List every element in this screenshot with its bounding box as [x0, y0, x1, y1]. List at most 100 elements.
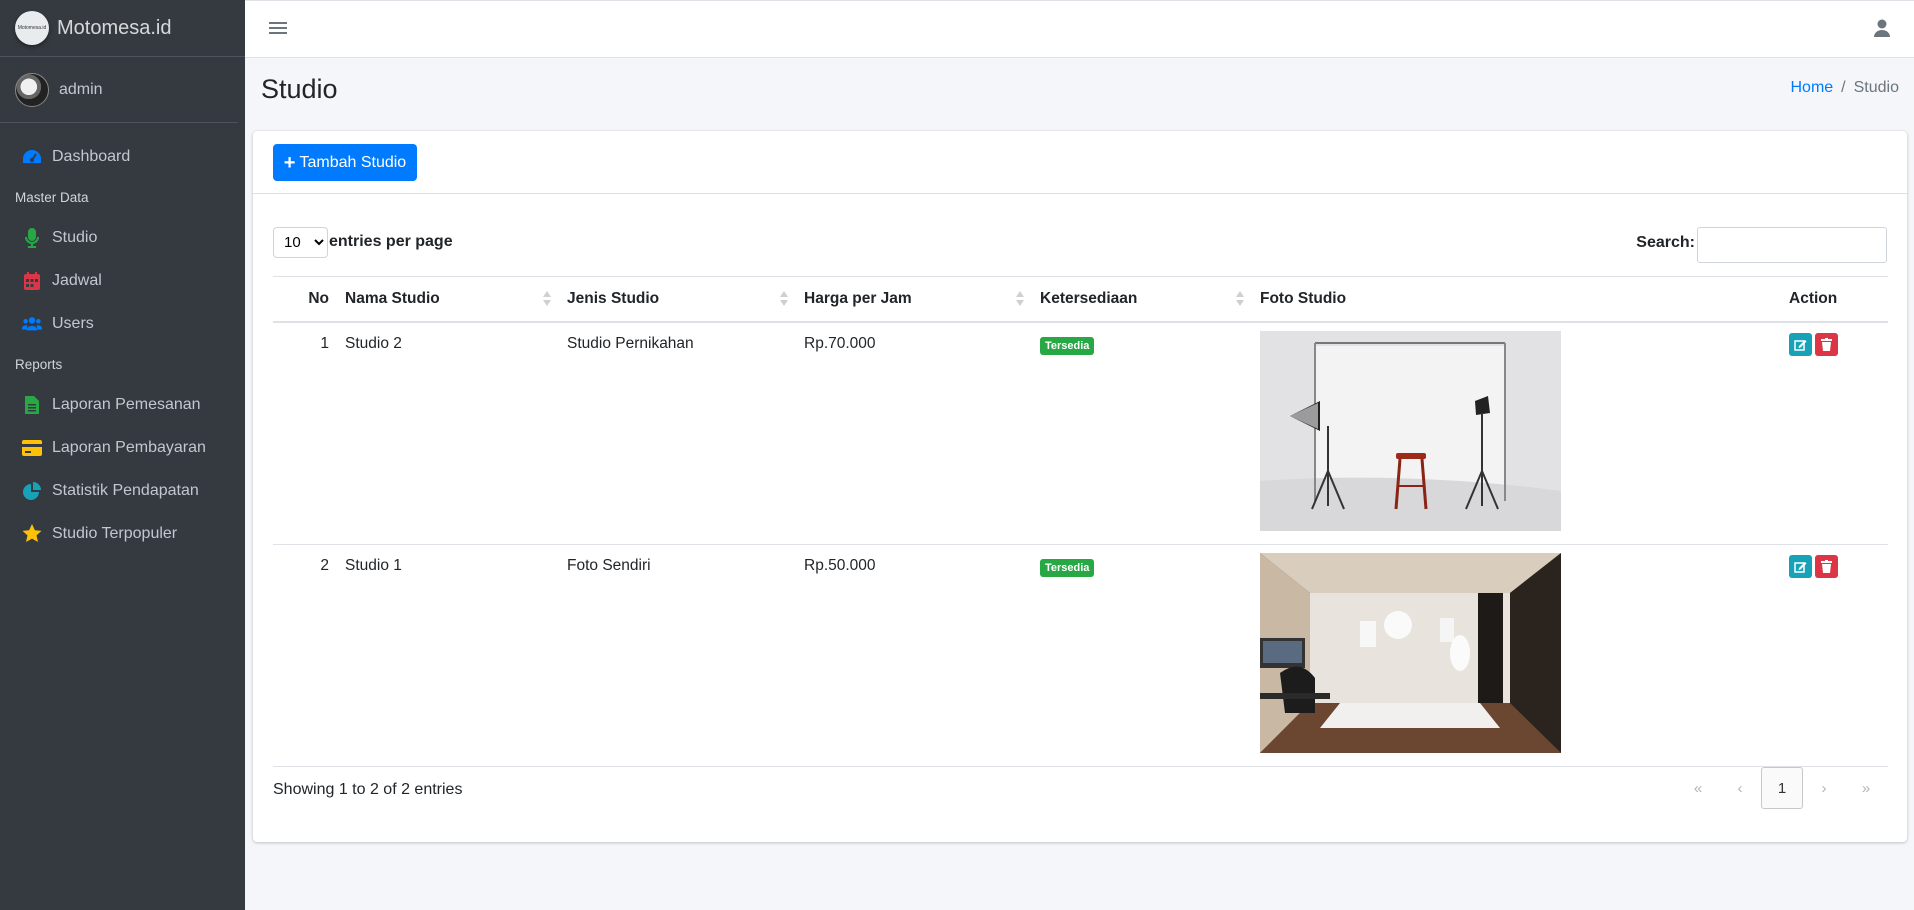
- edit-icon: [1794, 339, 1807, 351]
- col-no[interactable]: No: [273, 276, 337, 323]
- brand-logo-text: Motomesa.id: [17, 25, 47, 31]
- sidebar-item-label: Laporan Pemesanan: [52, 395, 201, 413]
- col-label: No: [308, 289, 329, 307]
- cell-jenis-studio: Foto Sendiri: [559, 544, 796, 767]
- trash-icon: [1821, 337, 1832, 351]
- table-row: 2 Studio 1 Foto Sendiri Rp.50.000 Tersed…: [273, 544, 1888, 767]
- studio-photo: [1260, 552, 1561, 753]
- user-panel[interactable]: admin: [0, 57, 238, 123]
- avatar: [15, 72, 49, 107]
- sidebar-item-studio[interactable]: Studio: [0, 216, 245, 259]
- breadcrumb-current: Studio: [1853, 79, 1899, 96]
- sort-icon: [780, 291, 788, 307]
- tachometer-icon: [22, 147, 42, 167]
- file-icon: [22, 395, 42, 415]
- cell-harga: Rp.70.000: [796, 321, 1032, 545]
- add-studio-label: Tambah Studio: [299, 153, 407, 171]
- col-action: Action: [1781, 276, 1888, 323]
- cell-ketersediaan: Tersedia: [1032, 321, 1252, 545]
- sidebar-item-label: Dashboard: [52, 147, 131, 165]
- sidebar-nav: Dashboard Master Data Studio Jadwal User…: [0, 123, 245, 555]
- status-badge: Tersedia: [1040, 558, 1095, 577]
- col-harga-per-jam[interactable]: Harga per Jam: [796, 276, 1032, 323]
- star-icon: [22, 524, 42, 544]
- sidebar-item-statistik-pendapatan[interactable]: Statistik Pendapatan: [0, 469, 245, 512]
- user-name[interactable]: admin: [59, 81, 103, 99]
- col-foto-studio: Foto Studio: [1252, 276, 1781, 323]
- col-ketersediaan[interactable]: Ketersediaan: [1032, 276, 1252, 323]
- sidebar-item-label: Studio: [52, 228, 98, 246]
- page-first[interactable]: «: [1677, 767, 1719, 809]
- nav-header-master-data: Master Data: [15, 189, 89, 205]
- breadcrumb: Home / Studio: [1790, 79, 1899, 97]
- table-controls: 10 entries per page Search:: [273, 227, 1887, 263]
- studio-photo: [1260, 330, 1561, 531]
- sidebar-item-laporan-pembayaran[interactable]: Laporan Pembayaran: [0, 426, 245, 469]
- entries-per-page-label: entries per page: [329, 233, 453, 250]
- cell-nama-studio: Studio 1: [337, 544, 559, 767]
- cell-no: 1: [273, 321, 337, 545]
- cell-action: [1781, 321, 1888, 545]
- brand-name: Motomesa.id: [57, 16, 172, 39]
- users-icon: [22, 314, 42, 334]
- cell-harga: Rp.50.000: [796, 544, 1032, 767]
- sidebar-item-label: Statistik Pendapatan: [52, 481, 199, 499]
- col-nama-studio[interactable]: Nama Studio: [337, 276, 559, 323]
- cell-foto-studio: [1252, 544, 1781, 767]
- menu-toggle-icon[interactable]: [269, 19, 287, 39]
- nav-header-reports: Reports: [15, 356, 63, 372]
- cell-ketersediaan: Tersedia: [1032, 544, 1252, 767]
- sidebar-item-label: Studio Terpopuler: [52, 524, 178, 542]
- edit-button[interactable]: [1789, 332, 1812, 356]
- col-label: Jenis Studio: [567, 289, 660, 307]
- edit-button[interactable]: [1789, 554, 1812, 578]
- delete-button[interactable]: [1815, 332, 1838, 356]
- cell-jenis-studio: Studio Pernikahan: [559, 321, 796, 545]
- sidebar-item-laporan-pemesanan[interactable]: Laporan Pemesanan: [0, 383, 245, 426]
- page-title: Studio: [261, 74, 338, 104]
- cell-action: [1781, 544, 1888, 767]
- cell-no: 2: [273, 544, 337, 767]
- add-studio-button[interactable]: + Tambah Studio: [273, 144, 417, 181]
- card-header: + Tambah Studio: [253, 131, 1907, 194]
- sidebar-item-label: Jadwal: [52, 271, 102, 289]
- sidebar-item-studio-terpopuler[interactable]: Studio Terpopuler: [0, 512, 245, 555]
- brand-link[interactable]: Motomesa.id Motomesa.id: [0, 0, 245, 57]
- trash-icon: [1821, 559, 1832, 573]
- microphone-icon: [22, 227, 42, 248]
- status-badge: Tersedia: [1040, 336, 1095, 355]
- search-input[interactable]: [1697, 227, 1887, 263]
- sort-icon: [1236, 291, 1244, 307]
- delete-button[interactable]: [1815, 554, 1838, 578]
- table-row: 1 Studio 2 Studio Pernikahan Rp.70.000 T…: [273, 321, 1888, 545]
- sidebar-item-users[interactable]: Users: [0, 302, 245, 345]
- col-label: Ketersediaan: [1040, 289, 1138, 307]
- sidebar: Motomesa.id Motomesa.id admin Dashboard …: [0, 0, 245, 910]
- page-1[interactable]: 1: [1761, 767, 1803, 809]
- sidebar-item-label: Users: [52, 314, 94, 332]
- table-info: Showing 1 to 2 of 2 entries: [273, 781, 463, 798]
- page-prev[interactable]: ‹: [1719, 767, 1761, 809]
- sidebar-item-label: Laporan Pembayaran: [52, 438, 206, 456]
- col-label: Nama Studio: [345, 289, 440, 307]
- breadcrumb-separator: /: [1841, 79, 1846, 96]
- col-label: Foto Studio: [1260, 289, 1347, 307]
- page-last[interactable]: »: [1845, 767, 1887, 809]
- sidebar-item-dashboard[interactable]: Dashboard: [0, 135, 245, 178]
- col-label: Action: [1789, 289, 1838, 307]
- col-label: Harga per Jam: [804, 289, 912, 307]
- col-jenis-studio[interactable]: Jenis Studio: [559, 276, 796, 323]
- top-navbar: [245, 0, 1914, 58]
- cell-foto-studio: [1252, 321, 1781, 545]
- pagination: « ‹ 1 › »: [1677, 767, 1887, 809]
- entries-per-page-select[interactable]: 10: [273, 227, 328, 258]
- page-next[interactable]: ›: [1803, 767, 1845, 809]
- search-label: Search:: [1636, 234, 1695, 251]
- user-icon[interactable]: [1874, 19, 1894, 41]
- breadcrumb-home[interactable]: Home: [1790, 79, 1833, 97]
- credit-card-icon: [22, 438, 42, 458]
- calendar-icon: [22, 271, 42, 291]
- brand-logo: Motomesa.id: [15, 11, 49, 45]
- plus-icon: +: [283, 151, 296, 174]
- sidebar-item-jadwal[interactable]: Jadwal: [0, 259, 245, 302]
